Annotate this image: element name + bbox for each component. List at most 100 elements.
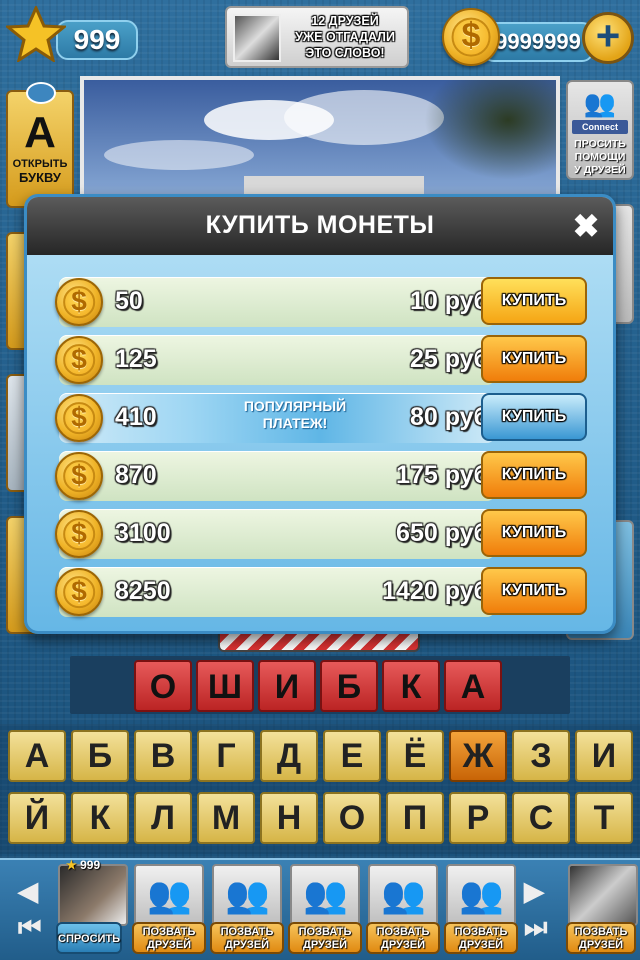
coin-icon: $ — [55, 394, 103, 442]
letter-key-highlighted[interactable]: Ж — [449, 730, 507, 782]
prev-arrow-icon[interactable]: ◀ — [18, 876, 38, 907]
letter-key[interactable]: Н — [260, 792, 318, 844]
letter-key[interactable]: Д — [260, 730, 318, 782]
empty-friend-slot[interactable]: 👥 — [212, 864, 282, 926]
letter-key[interactable]: Г — [197, 730, 255, 782]
letter-key[interactable]: П — [386, 792, 444, 844]
popular-badge: ПОПУЛЯРНЫЙ ПЛАТЕЖ! — [243, 398, 347, 431]
coin-icon: $ — [55, 278, 103, 326]
friends-guessed-text: 12 ДРУЗЕЙ УЖЕ ОТГАДАЛИ ЭТО СЛОВО! — [285, 13, 405, 61]
offer-amount: 3100 — [115, 519, 171, 547]
friends-guessed-banner[interactable]: 12 ДРУЗЕЙ УЖЕ ОТГАДАЛИ ЭТО СЛОВО! — [225, 6, 409, 68]
buy-button-410[interactable]: КУПИТЬ — [481, 393, 587, 441]
dialog-title: КУПИТЬ МОНЕТЫ — [205, 211, 435, 239]
letter-key[interactable]: Т — [575, 792, 633, 844]
offer-price: 650 руб — [396, 519, 489, 547]
people-icon: 👥 — [381, 874, 426, 915]
invite-friends-button[interactable]: ПОЗВАТЬ ДРУЗЕЙ — [132, 922, 206, 954]
offer-amount: 410 — [115, 403, 157, 431]
open-letter-label: ОТКРЫТЬ БУКВУ — [12, 158, 68, 185]
empty-friend-slot[interactable]: 👥 — [368, 864, 438, 926]
friends-line-3: ЭТО СЛОВО! — [305, 46, 385, 60]
close-icon[interactable]: ✖ — [571, 210, 601, 242]
letter-key[interactable]: К — [71, 792, 129, 844]
coin-icon: $ — [55, 336, 103, 384]
ask-friends-help-button[interactable]: Connect 👥 ПРОСИТЬ ПОМОЩИ У ДРУЗЕЙ — [566, 80, 634, 180]
coin-icon: $ — [442, 8, 500, 66]
offer-price: 175 руб — [396, 461, 489, 489]
offer-row-1: $ 50 10 руб — [55, 277, 495, 327]
coin-icon: $ — [55, 452, 103, 500]
buy-button-3100[interactable]: КУПИТЬ — [481, 509, 587, 557]
empty-friend-slot[interactable]: 👥 — [134, 864, 204, 926]
buy-coins-dialog: КУПИТЬ МОНЕТЫ ✖ $ 50 10 руб КУПИТЬ $ 125… — [24, 194, 616, 634]
friend-avatar[interactable] — [568, 864, 638, 926]
offer-amount: 870 — [115, 461, 157, 489]
open-letter-glyph: A — [24, 108, 56, 157]
star-icon — [6, 6, 66, 62]
friend-avatar — [233, 14, 281, 62]
invite-friends-button[interactable]: ПОЗВАТЬ ДРУЗЕЙ — [566, 922, 636, 954]
open-letter-button[interactable]: A ОТКРЫТЬ БУКВУ — [6, 82, 74, 208]
offer-row-3-popular: $ 410 ПОПУЛЯРНЫЙ ПЛАТЕЖ! 80 руб — [55, 393, 495, 443]
answer-letter[interactable]: Б — [320, 660, 378, 712]
answer-letter[interactable]: О — [134, 660, 192, 712]
letter-key[interactable]: А — [8, 730, 66, 782]
letter-key[interactable]: Б — [71, 730, 129, 782]
buy-button-870[interactable]: КУПИТЬ — [481, 451, 587, 499]
coin-icon: $ — [55, 568, 103, 616]
answer-letter[interactable]: И — [258, 660, 316, 712]
letter-key[interactable]: И — [575, 730, 633, 782]
coins-counter: 9999999 $ + — [442, 8, 638, 66]
empty-friend-slot[interactable]: 👥 — [446, 864, 516, 926]
connect-icon: Connect — [572, 120, 628, 134]
buy-button-8250[interactable]: КУПИТЬ — [481, 567, 587, 615]
eye-icon — [26, 82, 56, 104]
next-arrow-icon[interactable]: ▶ — [524, 876, 544, 907]
ask-button[interactable]: СПРОСИТЬ — [56, 922, 122, 954]
letter-key[interactable]: Л — [134, 792, 192, 844]
invite-friends-button[interactable]: ПОЗВАТЬ ДРУЗЕЙ — [444, 922, 518, 954]
first-page-icon[interactable]: ⏮ — [18, 912, 41, 944]
invite-friends-button[interactable]: ПОЗВАТЬ ДРУЗЕЙ — [210, 922, 284, 954]
self-avatar — [58, 864, 128, 926]
offer-amount: 50 — [115, 287, 143, 315]
offer-price: 1420 руб — [382, 577, 489, 605]
letter-key[interactable]: В — [134, 730, 192, 782]
friends-line-2: УЖЕ ОТГАДАЛИ — [295, 30, 395, 44]
offer-amount: 125 — [115, 345, 157, 373]
answer-letter[interactable]: К — [382, 660, 440, 712]
invite-friends-button[interactable]: ПОЗВАТЬ ДРУЗЕЙ — [288, 922, 362, 954]
self-score: ★ 999 — [66, 858, 101, 872]
people-icon: 👥 — [303, 874, 348, 915]
ask-help-label: ПРОСИТЬ ПОМОЩИ У ДРУЗЕЙ — [574, 138, 626, 176]
letter-key[interactable]: Е — [323, 730, 381, 782]
offer-price: 10 руб — [409, 287, 489, 315]
letter-key[interactable]: Й — [8, 792, 66, 844]
add-coins-button[interactable]: + — [582, 12, 634, 64]
answer-letter[interactable]: Ш — [196, 660, 254, 712]
letter-key[interactable]: О — [323, 792, 381, 844]
stars-count: 999 — [56, 20, 138, 60]
empty-friend-slot[interactable]: 👥 — [290, 864, 360, 926]
dialog-header: КУПИТЬ МОНЕТЫ ✖ — [27, 197, 613, 255]
buy-button-50[interactable]: КУПИТЬ — [481, 277, 587, 325]
letter-key[interactable]: Ё — [386, 730, 444, 782]
offer-row-2: $ 125 25 руб — [55, 335, 495, 385]
letter-key[interactable]: М — [197, 792, 255, 844]
friends-line-1: 12 ДРУЗЕЙ — [311, 14, 379, 28]
offer-amount: 8250 — [115, 577, 171, 605]
offer-price: 25 руб — [409, 345, 489, 373]
star-icon: ★ — [66, 858, 77, 872]
letter-key[interactable]: З — [512, 730, 570, 782]
people-icon: 👥 — [459, 874, 504, 915]
last-page-icon[interactable]: ⏭ — [524, 912, 547, 944]
people-icon: 👥 — [147, 874, 192, 915]
invite-friends-button[interactable]: ПОЗВАТЬ ДРУЗЕЙ — [366, 922, 440, 954]
letter-key[interactable]: С — [512, 792, 570, 844]
answer-letter[interactable]: А — [444, 660, 502, 712]
coin-icon: $ — [55, 510, 103, 558]
letter-key[interactable]: Р — [449, 792, 507, 844]
stars-counter: 999 — [6, 6, 138, 62]
buy-button-125[interactable]: КУПИТЬ — [481, 335, 587, 383]
